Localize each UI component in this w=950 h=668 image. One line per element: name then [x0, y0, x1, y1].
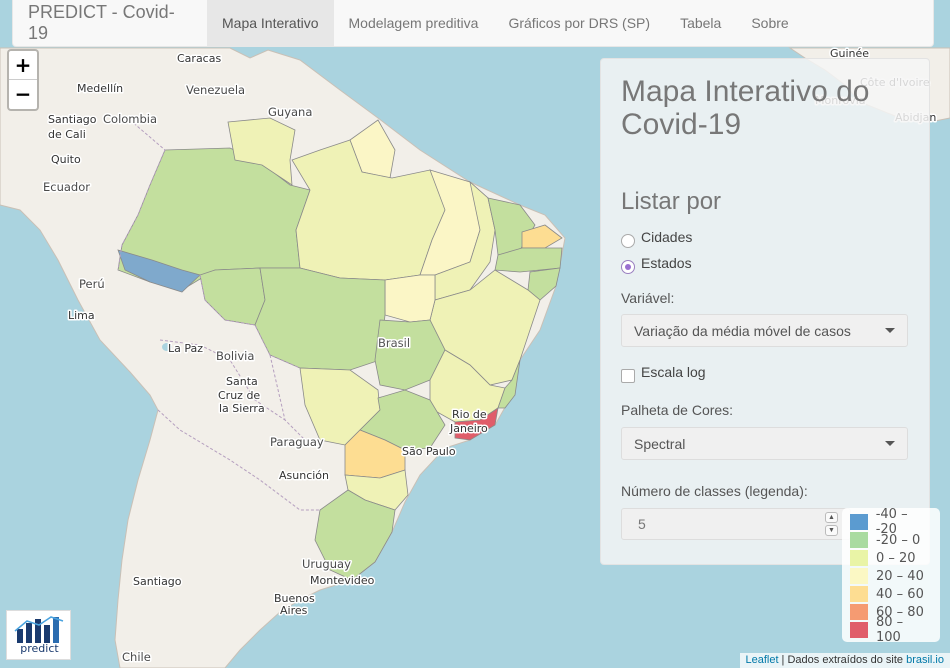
logo-text: predict: [20, 642, 59, 655]
legend-swatch: [850, 586, 868, 602]
navbar: PREDICT - Covid-19 Mapa Interativo Model…: [12, 0, 934, 47]
state-mt: [254, 267, 386, 371]
state-to: [384, 274, 436, 323]
spin-up-button[interactable]: ▲: [825, 512, 838, 523]
svg-text:Ecuador: Ecuador: [43, 180, 90, 194]
zoom-in-button[interactable]: +: [9, 51, 37, 80]
svg-text:Perú: Perú: [79, 277, 105, 291]
legend-item: 20 – 40: [850, 567, 932, 585]
svg-text:Rio de: Rio de: [452, 408, 487, 421]
palette-select-value: Spectral: [634, 435, 686, 452]
radio-estados-label: Estados: [641, 254, 692, 271]
svg-text:Santiago: Santiago: [48, 113, 97, 126]
map-attribution: Leaflet | Dados extraídos do site brasil…: [740, 653, 950, 668]
svg-text:Chile: Chile: [122, 650, 151, 664]
legend-swatch: [850, 550, 868, 566]
legend-label: 0 – 20: [876, 550, 916, 566]
log-scale-box[interactable]: [621, 369, 635, 383]
legend-label: 40 – 60: [876, 586, 924, 602]
radio-estados-circle[interactable]: [621, 259, 635, 274]
attribution-text: | Dados extraídos do site: [778, 654, 907, 666]
svg-text:Paraguay: Paraguay: [270, 435, 324, 449]
svg-text:Medellín: Medellín: [77, 82, 123, 95]
legend-swatch: [850, 622, 868, 638]
leaflet-link[interactable]: Leaflet: [745, 654, 778, 666]
variable-label: Variável:: [621, 290, 675, 306]
spin-down-button[interactable]: ▼: [825, 525, 838, 536]
legend-item: 0 – 20: [850, 549, 932, 567]
panel-title: Mapa Interativo do Covid-19: [621, 75, 870, 141]
legend-label: -20 – 0: [876, 532, 921, 548]
palette-label: Palheta de Cores:: [621, 402, 734, 418]
svg-text:Colombia: Colombia: [103, 112, 157, 126]
svg-text:La Paz: La Paz: [168, 342, 203, 355]
legend-label: 80 – 100: [875, 615, 904, 645]
classes-number-value: 5: [638, 516, 646, 532]
radio-cidades[interactable]: Cidades: [621, 228, 909, 248]
svg-text:Janeiro: Janeiro: [449, 422, 488, 435]
svg-text:Asunción: Asunción: [279, 469, 329, 482]
svg-text:Cruz de: Cruz de: [218, 389, 260, 402]
control-panel: Mapa Interativo do Covid-19 Listar por C…: [600, 58, 930, 565]
svg-text:São Paulo: São Paulo: [402, 445, 456, 458]
svg-text:la Sierra: la Sierra: [219, 402, 265, 415]
zoom-out-button[interactable]: −: [9, 80, 37, 109]
brand-title[interactable]: PREDICT - Covid-19: [13, 0, 207, 46]
svg-text:Lima: Lima: [68, 309, 95, 322]
legend-item: 40 – 60: [850, 585, 932, 603]
list-by-heading: Listar por: [621, 188, 722, 215]
palette-select[interactable]: Spectral: [621, 427, 908, 460]
tab-mapa-interativo[interactable]: Mapa Interativo: [207, 0, 334, 46]
legend-item: 80 – 100: [850, 615, 932, 645]
legend-swatch: [850, 604, 868, 620]
radio-cidades-label: Cidades: [641, 228, 693, 245]
variable-select[interactable]: Variação da média móvel de casos: [621, 314, 908, 347]
legend-item: -20 – 0: [850, 531, 932, 549]
svg-text:Venezuela: Venezuela: [186, 83, 245, 97]
chevron-down-icon: [885, 441, 895, 446]
radio-cidades-circle[interactable]: [621, 233, 635, 248]
svg-text:Aires: Aires: [280, 604, 308, 617]
tab-modelagem-preditiva[interactable]: Modelagem preditiva: [334, 0, 494, 46]
svg-text:Caracas: Caracas: [177, 52, 221, 65]
svg-text:Montevideo: Montevideo: [310, 574, 375, 587]
zoom-control: + −: [7, 49, 39, 111]
tab-graficos-drs[interactable]: Gráficos por DRS (SP): [493, 0, 665, 46]
svg-text:Santa: Santa: [226, 375, 258, 388]
tab-tabela[interactable]: Tabela: [665, 0, 736, 46]
variable-select-value: Variação da média móvel de casos: [634, 322, 851, 339]
legend-label: 20 – 40: [876, 568, 924, 584]
classes-number-input[interactable]: 5 ▲ ▼: [621, 508, 851, 540]
svg-text:Santiago: Santiago: [133, 575, 182, 588]
chevron-down-icon: [885, 328, 895, 333]
svg-text:Guyana: Guyana: [268, 105, 312, 119]
brasil-io-link[interactable]: brasil.io: [906, 654, 944, 666]
svg-text:Uruguay: Uruguay: [302, 557, 351, 571]
svg-text:Brasil: Brasil: [378, 336, 410, 350]
legend-swatch: [850, 568, 868, 584]
predict-logo: predict: [6, 610, 71, 660]
log-scale-checkbox[interactable]: Escala log: [621, 361, 909, 383]
tab-sobre[interactable]: Sobre: [736, 0, 803, 46]
legend-swatch: [850, 514, 868, 530]
radio-estados[interactable]: Estados: [621, 254, 909, 274]
svg-text:de Cali: de Cali: [48, 128, 86, 141]
svg-text:Quito: Quito: [51, 153, 81, 166]
legend-item: -40 – -20: [850, 507, 932, 537]
map-legend: -40 – -20 -20 – 0 0 – 20 20 – 40 40 – 60…: [842, 507, 940, 645]
svg-text:Bolivia: Bolivia: [216, 349, 254, 363]
legend-swatch: [850, 532, 868, 548]
classes-spinner: ▲ ▼: [825, 512, 838, 536]
log-scale-label: Escala log: [641, 364, 706, 380]
classes-label: Número de classes (legenda):: [621, 483, 808, 499]
